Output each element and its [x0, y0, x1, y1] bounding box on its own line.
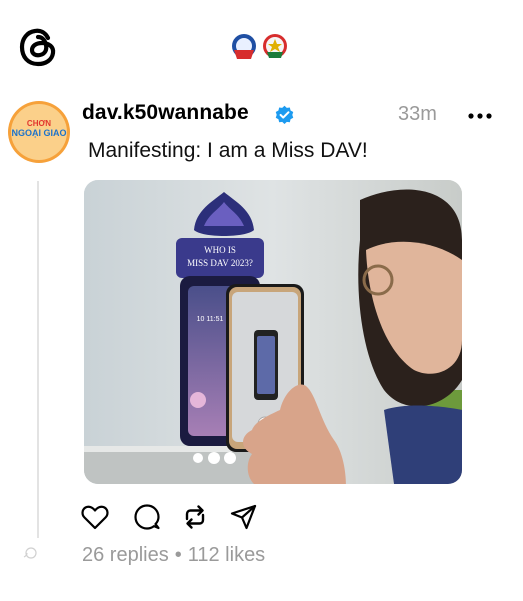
more-options-icon[interactable] — [466, 110, 494, 122]
threads-logo-icon[interactable] — [18, 24, 60, 70]
standee-text-line-1: WHO IS — [204, 245, 236, 255]
stats-separator: • — [174, 544, 182, 566]
timestamp: 33m — [398, 103, 437, 125]
username[interactable]: dav.k50wannabe — [82, 101, 249, 125]
heart-icon[interactable] — [80, 502, 110, 532]
send-icon[interactable] — [229, 502, 259, 532]
verified-badge-icon — [275, 105, 294, 124]
organization-badges-icon — [232, 34, 287, 59]
avatar[interactable]: CHƠN NGOẠI GIAO — [8, 101, 70, 163]
repost-icon[interactable] — [180, 502, 210, 532]
comment-icon[interactable] — [132, 502, 162, 532]
post-text: Manifesting: I am a Miss DAV! — [88, 139, 368, 162]
reply-avatar-icon — [23, 547, 37, 559]
avatar-text-line-1: CHƠN — [26, 119, 52, 128]
phone-clock: 10 11:51 — [197, 316, 224, 323]
replies-count[interactable]: 26 replies — [82, 544, 169, 567]
thread-line — [37, 181, 39, 538]
post-image[interactable]: WHO IS MISS DAV 2023? 10 11:51 — [84, 180, 462, 484]
likes-count[interactable]: 112 likes — [188, 544, 265, 567]
standee-text-line-2: MISS DAV 2023? — [187, 258, 253, 268]
post-stats: 26 replies • 112 likes — [82, 544, 265, 567]
avatar-text-line-2: NGOẠI GIAO — [11, 128, 67, 138]
